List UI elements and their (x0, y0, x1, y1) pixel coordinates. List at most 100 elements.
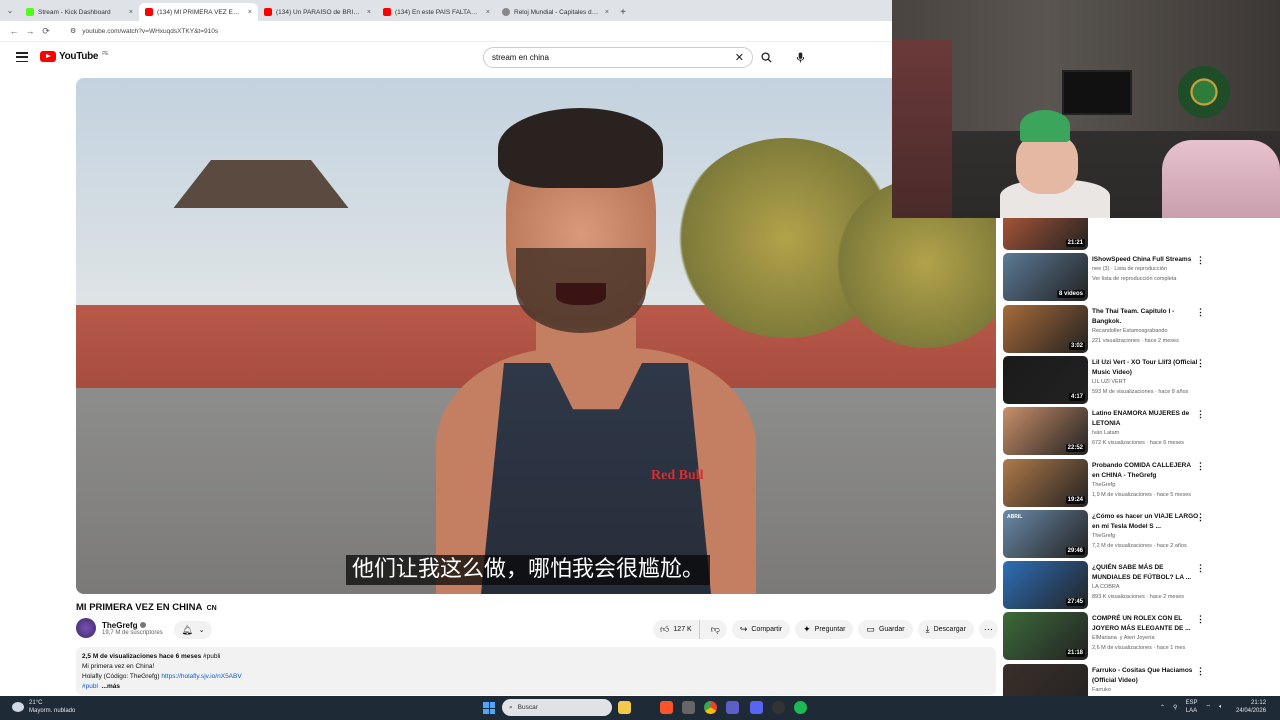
more-options-icon[interactable]: ⋮ (1196, 666, 1205, 677)
new-tab-button[interactable]: + (615, 3, 631, 21)
video-thumbnail[interactable]: 3:02 (1003, 304, 1088, 353)
recommended-channel[interactable]: Farruko (1092, 687, 1111, 693)
hashtag[interactable]: #publ (82, 683, 98, 690)
discord-icon[interactable] (750, 701, 763, 714)
back-arrow-icon[interactable]: ← (6, 26, 22, 36)
channel-name[interactable]: TheGrefg (102, 621, 138, 630)
more-options-icon[interactable]: ⋮ (1196, 409, 1205, 420)
recommended-video-title[interactable]: IShowSpeed China Full Streams (1092, 255, 1200, 265)
video-thumbnail[interactable]: 4:17 (1003, 355, 1088, 404)
recommended-channel[interactable]: ElMariana y Ateri Joyería (1092, 635, 1155, 641)
recommended-video-title[interactable]: Latino ENAMORA MUJERES de LETONIA (1092, 409, 1200, 429)
file-explorer-icon[interactable] (618, 701, 631, 714)
more-options-icon[interactable]: ⋮ (1196, 307, 1205, 318)
more-options-icon[interactable]: ⋮ (1196, 614, 1205, 625)
forward-arrow-icon[interactable]: → (22, 26, 38, 36)
browser-tab[interactable]: Stream - Kick Dashboard × (20, 3, 139, 21)
system-clock[interactable]: 21:12 24/04/2026 (1236, 699, 1266, 715)
tab-search-chevron-icon[interactable]: ⌄ (0, 0, 20, 21)
tray-chevron-icon[interactable]: ⌃ (1160, 704, 1165, 711)
weather-widget[interactable]: 21°C Mayorm. nublado (12, 699, 75, 715)
browser-tab-active[interactable]: (134) MI PRIMERA VEZ EN CHI × (139, 3, 258, 21)
video-thumbnail[interactable]: 27:45 (1003, 561, 1088, 610)
recommended-channel[interactable]: Iván Latam (1092, 430, 1119, 436)
wifi-icon[interactable]: ⌔ (1205, 703, 1211, 711)
recommended-video[interactable]: 8 videos IShowSpeed China Full Streams nee… (1003, 253, 1280, 302)
recommended-channel[interactable]: nee (3) · Lista de reproducción (1092, 266, 1167, 272)
like-button[interactable]: 👍︎ 127 K (653, 620, 700, 639)
video-thumbnail[interactable]: Vivo Escalones21:21 (1003, 218, 1088, 250)
recommended-video[interactable]: 21:18 COMPRÉ UN ROLEX CON EL JOYERO MÁS E… (1003, 612, 1280, 661)
recommended-video-title[interactable]: Probando COMIDA CALLEJERA en CHINA - The… (1092, 461, 1200, 481)
recommended-video[interactable]: 19:24 Probando COMIDA CALLEJERA en CHINA … (1003, 458, 1280, 507)
subscription-bell-button[interactable]: 🔔︎ ⌄ (174, 621, 212, 639)
more-options-icon[interactable]: ⋮ (1196, 563, 1205, 574)
more-options-icon[interactable]: ⋮ (1196, 461, 1205, 472)
tab-close-icon[interactable]: × (605, 9, 609, 16)
location-icon[interactable]: ⚲ (1173, 704, 1177, 711)
voice-search-button[interactable] (790, 47, 810, 68)
url-field[interactable]: ⚙ youtube.com/watch?v=WHxuqdsXTKY&t=910s (62, 24, 226, 39)
browser-tab[interactable]: (134) Un PARAÍSO de BRITÁNI × (258, 3, 377, 21)
search-button[interactable] (755, 47, 777, 68)
publi-tag[interactable]: #publi (203, 653, 220, 660)
calculator-icon[interactable] (682, 701, 695, 714)
video-thumbnail[interactable]: 8 videos (1003, 253, 1088, 302)
volume-icon[interactable]: 🔈︎ (1219, 704, 1223, 711)
recommended-video[interactable]: 27:45 ¿QUIÉN SABE MÁS DE MUNDIALES DE FÚT… (1003, 561, 1280, 610)
video-thumbnail[interactable]: 21:18 (1003, 612, 1088, 661)
channel-avatar[interactable] (76, 618, 96, 638)
video-thumbnail[interactable]: 19:24 (1003, 458, 1088, 507)
browser-tab[interactable]: (134) En este PAÍS FALTAN HOM × (377, 3, 496, 21)
recommended-video[interactable]: Vivo Escalones21:211 M de visualizacione… (1003, 218, 1280, 250)
recommended-video[interactable]: 22:52 Latino ENAMORA MUJERES de LETONIA Iv… (1003, 407, 1280, 456)
recommended-channel[interactable]: LA COBRA (1092, 584, 1120, 590)
recommended-channel[interactable]: LIL UZI VERT (1092, 379, 1126, 385)
promo-link[interactable]: https://holafly.sjv.io/nX5ABV (161, 673, 241, 680)
more-options-icon[interactable]: ⋮ (1196, 358, 1205, 369)
tab-close-icon[interactable]: × (486, 9, 490, 16)
ask-button[interactable]: ✦ Preguntar (795, 620, 854, 639)
language-indicator[interactable]: ESP LAA (1185, 699, 1197, 715)
show-more-link[interactable]: ...más (102, 683, 120, 690)
more-options-icon[interactable]: ⋮ (1196, 512, 1205, 523)
dislike-button[interactable]: 👎︎ (704, 620, 727, 639)
tab-close-icon[interactable]: × (129, 9, 133, 16)
recommended-video-title[interactable]: COMPRÉ UN ROLEX CON EL JOYERO MÁS ELEGAN… (1092, 614, 1200, 634)
browser-tab[interactable]: Reloj Mundial - Capitales de Eu × (496, 3, 615, 21)
windows-start-icon[interactable] (483, 702, 495, 714)
spotify-icon[interactable] (794, 701, 807, 714)
recommended-channel[interactable]: TheGrefg (1092, 533, 1115, 539)
github-icon[interactable] (772, 701, 785, 714)
taskbar-search-input[interactable]: ⌕ Buscar (502, 699, 612, 716)
recommended-video[interactable]: 4:17 Lil Uzi Vert - XO Tour Llif3 (Offici… (1003, 355, 1280, 404)
channel-name-row[interactable]: TheGrefg (102, 621, 163, 630)
chrome-icon[interactable] (704, 701, 717, 714)
tab-close-icon[interactable]: × (248, 9, 252, 16)
recommended-video-title[interactable]: Farruko - Cositas Que Haciamos (Official… (1092, 666, 1200, 686)
teams-icon[interactable] (726, 701, 739, 714)
youtube-logo[interactable]: YouTube PE (40, 51, 109, 62)
tab-close-icon[interactable]: × (367, 9, 371, 16)
clear-search-icon[interactable]: ✕ (735, 51, 744, 64)
recommended-video-title[interactable]: ¿QUIÉN SABE MÁS DE MUNDIALES DE FÚTBOL? … (1092, 563, 1200, 583)
recommended-video[interactable]: 3:02 The Thai Team. Capitulo I - Bangkok.… (1003, 304, 1280, 353)
more-actions-icon[interactable]: ⋯ (978, 620, 998, 639)
recommended-video[interactable]: 4:17Farruko - Cositas Que Haciamos (Offi… (1003, 663, 1280, 696)
video-player[interactable]: Red Bull (76, 78, 996, 594)
reload-icon[interactable]: ⟳ (38, 26, 54, 37)
recommended-video-title[interactable]: The Thai Team. Capitulo I - Bangkok. (1092, 307, 1200, 327)
menu-hamburger-icon[interactable] (16, 52, 28, 62)
recommended-channel[interactable]: TheGrefg (1092, 482, 1115, 488)
description-box[interactable]: 2,5 M de visualizaciones hace 6 meses #p… (76, 647, 996, 695)
search-input[interactable]: stream en china ✕ (483, 47, 753, 68)
more-options-icon[interactable]: ⋮ (1196, 255, 1205, 266)
recommended-video-title[interactable]: ¿Cómo es hacer un VIAJE LARGO en mi Tesl… (1092, 512, 1200, 532)
video-thumbnail[interactable]: 4:17 (1003, 663, 1088, 696)
recommended-channel[interactable]: Recandoller Estamosgrabando (1092, 328, 1168, 334)
video-thumbnail[interactable]: 22:52 (1003, 407, 1088, 456)
video-thumbnail[interactable]: ABRIL 29:46 (1003, 509, 1088, 558)
site-info-icon[interactable]: ⚙ (70, 27, 76, 35)
recommended-video-title[interactable]: Lil Uzi Vert - XO Tour Llif3 (Official M… (1092, 358, 1200, 378)
save-button[interactable]: ▭ Guardar (858, 620, 913, 639)
